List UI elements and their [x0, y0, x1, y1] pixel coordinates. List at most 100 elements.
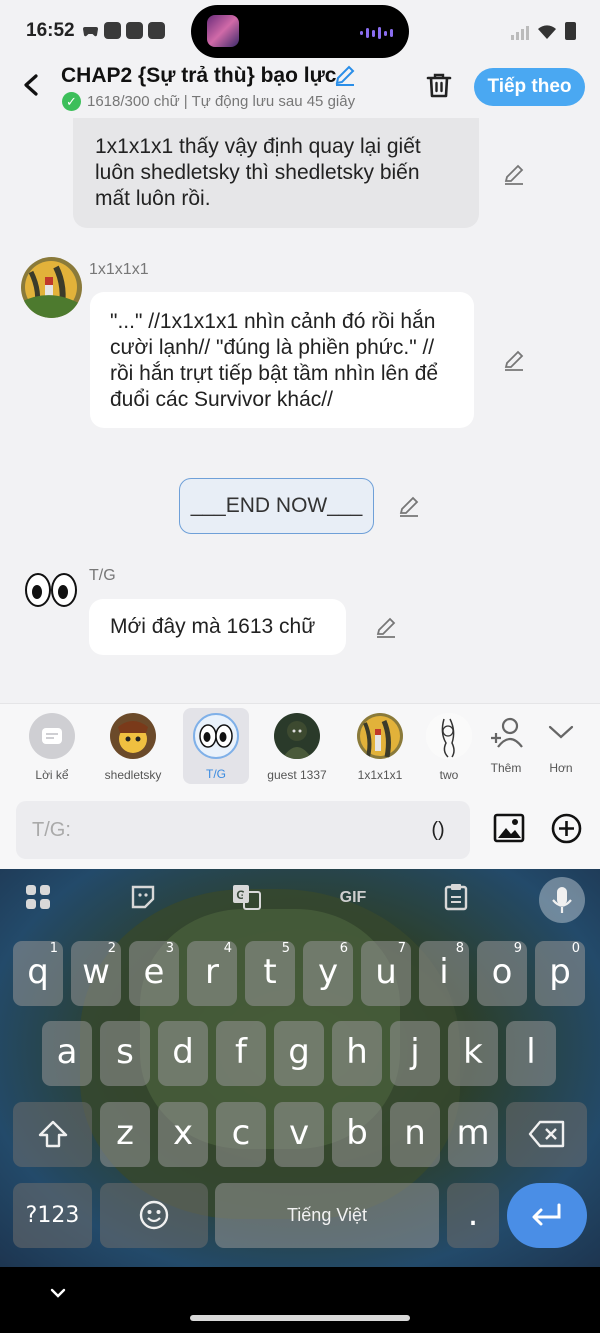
avatar-two — [426, 713, 472, 759]
edit-message-icon[interactable] — [374, 615, 398, 639]
check-icon: ✓ — [62, 92, 81, 111]
edit-title-icon[interactable] — [334, 64, 356, 92]
mic-icon — [552, 887, 572, 913]
key-a[interactable]: a — [42, 1021, 92, 1086]
parenthesis-button[interactable]: () — [426, 819, 450, 841]
add-button[interactable] — [551, 813, 582, 844]
key-b[interactable]: b — [332, 1102, 382, 1167]
key-p[interactable]: p0 — [535, 941, 585, 1006]
edit-message-icon[interactable] — [502, 162, 526, 186]
symbols-key[interactable]: ?123 — [13, 1183, 92, 1248]
backspace-icon — [528, 1120, 564, 1148]
message-input[interactable]: T/G: () — [16, 801, 470, 859]
character-label: T/G — [206, 767, 226, 781]
dialogue-bubble[interactable]: "..." //1x1x1x1 nhìn cảnh đó rồi hắn cườ… — [90, 292, 474, 428]
apps-grid-icon[interactable] — [23, 883, 53, 913]
key-v[interactable]: v — [274, 1102, 324, 1167]
key-g[interactable]: g — [274, 1021, 324, 1086]
navigation-bar — [0, 1267, 600, 1333]
character-label: 1x1x1x1 — [357, 768, 403, 782]
shift-key[interactable] — [13, 1102, 92, 1167]
character-two[interactable]: two — [424, 704, 474, 790]
home-indicator[interactable] — [190, 1315, 410, 1321]
character-label: Thêm — [490, 761, 522, 775]
edit-message-icon[interactable] — [502, 348, 526, 372]
avatar-tg — [193, 713, 239, 759]
input-placeholder: T/G: — [32, 819, 71, 841]
image-icon — [493, 813, 525, 843]
back-button[interactable] — [18, 68, 46, 102]
key-n[interactable]: n — [390, 1102, 440, 1167]
key-c[interactable]: c — [216, 1102, 266, 1167]
key-e[interactable]: e3 — [129, 941, 179, 1006]
wifi-icon — [538, 25, 556, 39]
key-q[interactable]: q1 — [13, 941, 63, 1006]
dialogue-bubble[interactable]: Mới đây mà 1613 chữ — [89, 599, 346, 655]
emoji-icon — [139, 1200, 169, 1230]
sticker-icon[interactable] — [128, 883, 158, 913]
input-bar: T/G: () — [0, 789, 600, 869]
avatar-1x1x1x1 — [357, 713, 403, 759]
chat-area: 1x1x1x1 thấy vậy định quay lại giết luôn… — [0, 118, 600, 703]
key-l[interactable]: l — [506, 1021, 556, 1086]
chevron-down-icon — [538, 713, 584, 759]
keyboard: G GIF q1 w2 e3 r4 t5 y6 u7 i8 o9 p0 a s … — [0, 869, 600, 1267]
key-f[interactable]: f — [216, 1021, 266, 1086]
key-x[interactable]: x — [158, 1102, 208, 1167]
add-character-button[interactable]: Thêm — [474, 704, 538, 790]
key-i[interactable]: i8 — [419, 941, 469, 1006]
key-t[interactable]: t5 — [245, 941, 295, 1006]
character-narration[interactable]: Lời kể — [17, 704, 87, 790]
battery-icon — [565, 22, 576, 40]
character-label: Hơn — [549, 761, 573, 775]
key-s[interactable]: s — [100, 1021, 150, 1086]
editor-header: CHAP2 {Sự trả thù} bạo lực ✓ 1618/300 ch… — [0, 60, 600, 118]
key-w[interactable]: w2 — [71, 941, 121, 1006]
gif-button[interactable]: GIF — [334, 883, 372, 913]
translate-icon[interactable]: G — [232, 883, 262, 913]
space-key[interactable]: Tiếng Việt — [215, 1183, 439, 1248]
character-tg[interactable]: T/G — [183, 708, 249, 784]
hide-keyboard-icon[interactable] — [46, 1281, 70, 1305]
speaker-name: 1x1x1x1 — [89, 261, 149, 278]
key-m[interactable]: m — [448, 1102, 498, 1167]
next-button[interactable]: Tiếp theo — [474, 68, 585, 106]
avatar-1x1x1x1[interactable] — [21, 257, 82, 318]
clipboard-icon[interactable] — [441, 883, 471, 913]
edit-app-icon — [104, 22, 121, 39]
character-shedletsky[interactable]: shedletsky — [98, 704, 168, 790]
more-button[interactable]: Hơn — [532, 704, 590, 790]
backspace-key[interactable] — [506, 1102, 587, 1167]
character-1x1x1x1[interactable]: 1x1x1x1 — [345, 704, 415, 790]
delete-button[interactable] — [424, 70, 454, 100]
key-u[interactable]: u7 — [361, 941, 411, 1006]
audio-wave-icon — [360, 27, 393, 39]
narration-bubble[interactable]: 1x1x1x1 thấy vậy định quay lại giết luôn… — [73, 118, 479, 228]
avatar-guest-1337 — [274, 713, 320, 759]
back-arrow-icon — [24, 74, 38, 96]
character-guest-1337[interactable]: guest 1337 — [262, 704, 332, 790]
save-status: ✓ 1618/300 chữ | Tự động lưu sau 45 giây — [62, 92, 355, 111]
avatar-tg[interactable] — [22, 566, 80, 614]
signal-icon — [511, 26, 529, 40]
character-selector: Lời kể shedletsky T/G guest 1337 1x1x1x1… — [0, 703, 600, 789]
period-key[interactable]: . — [447, 1183, 499, 1248]
insert-image-button[interactable] — [493, 813, 525, 843]
chapter-title[interactable]: CHAP2 {Sự trả thù} bạo lực — [61, 64, 336, 88]
end-marker-bubble[interactable]: ___END NOW___ — [179, 478, 374, 534]
key-o[interactable]: o9 — [477, 941, 527, 1006]
add-person-icon — [483, 713, 529, 759]
enter-key[interactable] — [507, 1183, 587, 1248]
key-y[interactable]: y6 — [303, 941, 353, 1006]
key-h[interactable]: h — [332, 1021, 382, 1086]
edit-message-icon[interactable] — [397, 494, 421, 518]
key-k[interactable]: k — [448, 1021, 498, 1086]
key-z[interactable]: z — [100, 1102, 150, 1167]
character-label: guest 1337 — [267, 768, 327, 782]
key-d[interactable]: d — [158, 1021, 208, 1086]
character-label: Lời kể — [35, 768, 69, 782]
emoji-key[interactable] — [100, 1183, 208, 1248]
key-r[interactable]: r4 — [187, 941, 237, 1006]
voice-input-button[interactable] — [539, 877, 585, 923]
key-j[interactable]: j — [390, 1021, 440, 1086]
